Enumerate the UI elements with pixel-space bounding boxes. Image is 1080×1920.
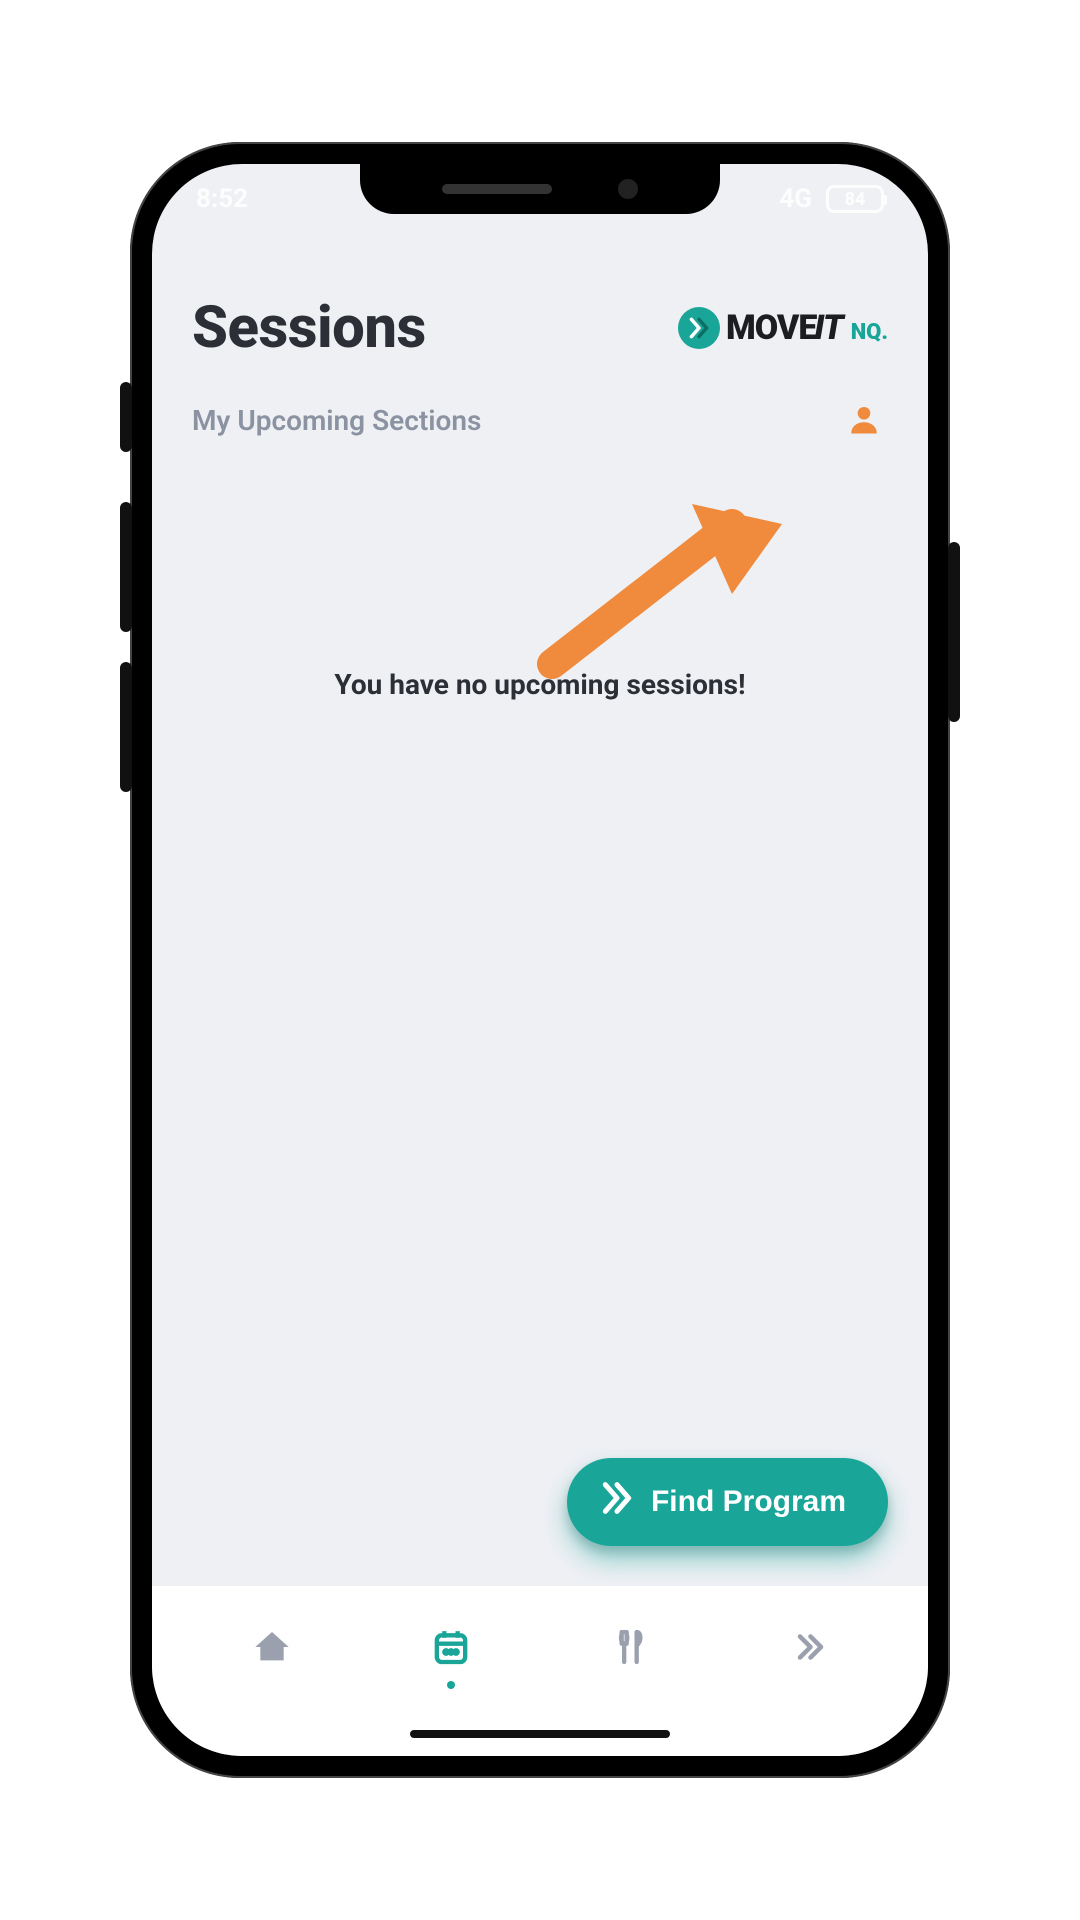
volume-up-button [120, 502, 132, 632]
content-area: Sessions MOVEIT NQ. My Upcoming Secti [152, 234, 928, 1756]
subheader: My Upcoming Sections [152, 372, 928, 438]
chevrons-right-icon [791, 1629, 827, 1665]
battery-indicator: 84 [826, 185, 884, 213]
status-network: 4G [779, 184, 812, 214]
brand-logo: MOVEIT NQ. [678, 307, 888, 349]
nav-home[interactable] [244, 1619, 300, 1675]
mute-switch [120, 382, 132, 452]
notch [360, 164, 720, 214]
calendar-icon [431, 1627, 471, 1667]
subtitle: My Upcoming Sections [192, 404, 481, 437]
find-program-button[interactable]: Find Program [567, 1458, 888, 1546]
double-chevron-icon [678, 307, 720, 349]
food-icon [610, 1627, 650, 1667]
empty-state-text: You have no upcoming sessions! [334, 668, 745, 701]
double-chevron-icon [597, 1478, 637, 1526]
nav-more[interactable] [781, 1619, 837, 1675]
screen: 8:52 4G 84 Sessions MOVEIT [152, 164, 928, 1756]
phone-frame: 8:52 4G 84 Sessions MOVEIT [130, 142, 950, 1778]
brand-nq: NQ. [851, 320, 888, 349]
page-title: Sessions [192, 294, 426, 362]
home-icon [252, 1627, 292, 1667]
status-right: 4G 84 [779, 184, 884, 214]
home-indicator[interactable] [410, 1730, 670, 1738]
front-camera [618, 179, 638, 199]
empty-state: You have no upcoming sessions! [152, 438, 928, 1756]
power-button [948, 542, 960, 722]
nav-sessions[interactable] [423, 1619, 479, 1675]
brand-wordmark: MOVEIT [726, 308, 843, 348]
volume-down-button [120, 662, 132, 792]
header: Sessions MOVEIT NQ. [152, 234, 928, 372]
fab-label: Find Program [651, 1485, 846, 1519]
status-time: 8:52 [196, 184, 248, 214]
profile-icon[interactable] [846, 402, 882, 438]
nav-nutrition[interactable] [602, 1619, 658, 1675]
speaker-grille [442, 184, 552, 194]
